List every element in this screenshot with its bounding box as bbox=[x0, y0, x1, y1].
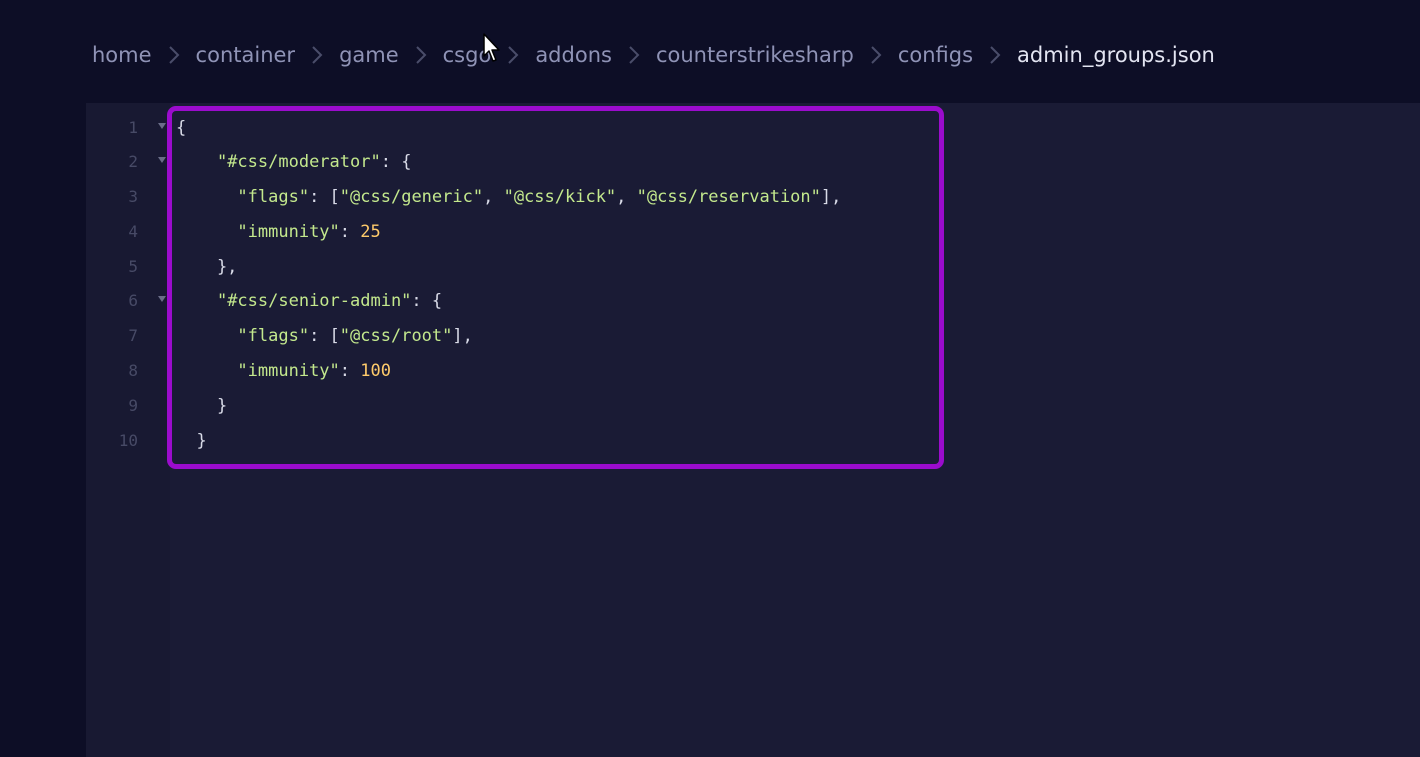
line-number-gutter: 1 2 3 4 5 6 7 8 9 10 bbox=[86, 103, 170, 757]
code-line[interactable]: } bbox=[176, 430, 207, 452]
code-line[interactable]: } bbox=[176, 395, 227, 417]
code-line[interactable]: "flags": ["@css/root"], bbox=[176, 325, 473, 347]
punctuation-token: : [ bbox=[309, 187, 340, 207]
line-number: 5 bbox=[128, 257, 138, 276]
breadcrumb-current-file: admin_groups.json bbox=[1017, 43, 1215, 67]
string-token: "#css/moderator" bbox=[216, 152, 381, 172]
punctuation-token: : [ bbox=[309, 326, 340, 346]
code-line[interactable]: "#css/moderator": { bbox=[176, 151, 411, 173]
fold-caret-icon[interactable] bbox=[158, 156, 166, 164]
string-token: "flags" bbox=[237, 187, 310, 207]
punctuation-token: : { bbox=[411, 291, 443, 311]
string-token: "@css/reservation" bbox=[636, 187, 821, 207]
string-token: "@css/kick" bbox=[503, 187, 617, 207]
fold-caret-icon[interactable] bbox=[158, 122, 166, 130]
punctuation-token: : { bbox=[380, 152, 412, 172]
punctuation-token: ], bbox=[452, 326, 473, 346]
punctuation-token bbox=[176, 152, 217, 172]
chevron-right-icon bbox=[983, 38, 1007, 72]
punctuation-token: } bbox=[176, 396, 228, 416]
punctuation-token: } bbox=[176, 431, 207, 451]
breadcrumb-addons[interactable]: addons bbox=[535, 43, 612, 67]
string-token: "@css/generic" bbox=[339, 187, 484, 207]
chevron-right-icon bbox=[305, 38, 329, 72]
breadcrumb-game[interactable]: game bbox=[339, 43, 399, 67]
code-line[interactable]: "flags": ["@css/generic", "@css/kick", "… bbox=[176, 186, 841, 208]
line-number: 1 bbox=[128, 118, 138, 137]
code-line[interactable]: "immunity": 25 bbox=[176, 221, 381, 243]
line-number: 7 bbox=[128, 326, 138, 345]
breadcrumb-configs[interactable]: configs bbox=[898, 43, 973, 67]
chevron-right-icon bbox=[409, 38, 433, 72]
string-token: "#css/senior-admin" bbox=[216, 291, 412, 311]
line-number: 8 bbox=[128, 361, 138, 380]
punctuation-token bbox=[176, 291, 217, 311]
number-token: 25 bbox=[360, 222, 381, 242]
mouse-cursor-icon bbox=[483, 33, 500, 62]
punctuation-token: : bbox=[339, 222, 361, 242]
string-token: "@css/root" bbox=[339, 326, 453, 346]
punctuation-token: , bbox=[483, 187, 504, 207]
chevron-right-icon bbox=[864, 38, 888, 72]
punctuation-token bbox=[176, 326, 237, 346]
chevron-right-icon bbox=[501, 38, 525, 72]
line-number: 4 bbox=[128, 222, 138, 241]
string-token: "flags" bbox=[237, 326, 310, 346]
code-line[interactable]: "immunity": 100 bbox=[176, 360, 391, 382]
breadcrumb-counterstrikesharp[interactable]: counterstrikesharp bbox=[656, 43, 854, 67]
punctuation-token: , bbox=[616, 187, 637, 207]
chevron-right-icon bbox=[162, 38, 186, 72]
punctuation-token bbox=[176, 222, 237, 242]
punctuation-token bbox=[176, 361, 237, 381]
code-editor[interactable]: 1 2 3 4 5 6 7 8 9 10 { "#css/moderator": { "flags… bbox=[86, 103, 1420, 757]
punctuation-token bbox=[176, 187, 237, 207]
code-line[interactable]: }, bbox=[176, 256, 237, 278]
code-line[interactable]: { bbox=[176, 117, 186, 139]
punctuation-token: }, bbox=[176, 257, 238, 277]
string-token: "immunity" bbox=[237, 361, 340, 381]
fold-caret-icon[interactable] bbox=[158, 295, 166, 303]
line-number: 3 bbox=[128, 187, 138, 206]
punctuation-token: : bbox=[339, 361, 361, 381]
punctuation-token: ], bbox=[820, 187, 842, 207]
line-number: 2 bbox=[128, 152, 138, 171]
code-line[interactable]: "#css/senior-admin": { bbox=[176, 290, 442, 312]
line-number: 9 bbox=[128, 396, 138, 415]
chevron-right-icon bbox=[622, 38, 646, 72]
string-token: "immunity" bbox=[237, 222, 340, 242]
breadcrumb: home container game csgo addons counters… bbox=[92, 38, 1215, 72]
punctuation-token: { bbox=[176, 118, 187, 138]
breadcrumb-home[interactable]: home bbox=[92, 43, 152, 67]
breadcrumb-container[interactable]: container bbox=[196, 43, 296, 67]
line-number: 6 bbox=[128, 291, 138, 310]
line-number: 10 bbox=[118, 431, 138, 450]
number-token: 100 bbox=[360, 361, 391, 381]
